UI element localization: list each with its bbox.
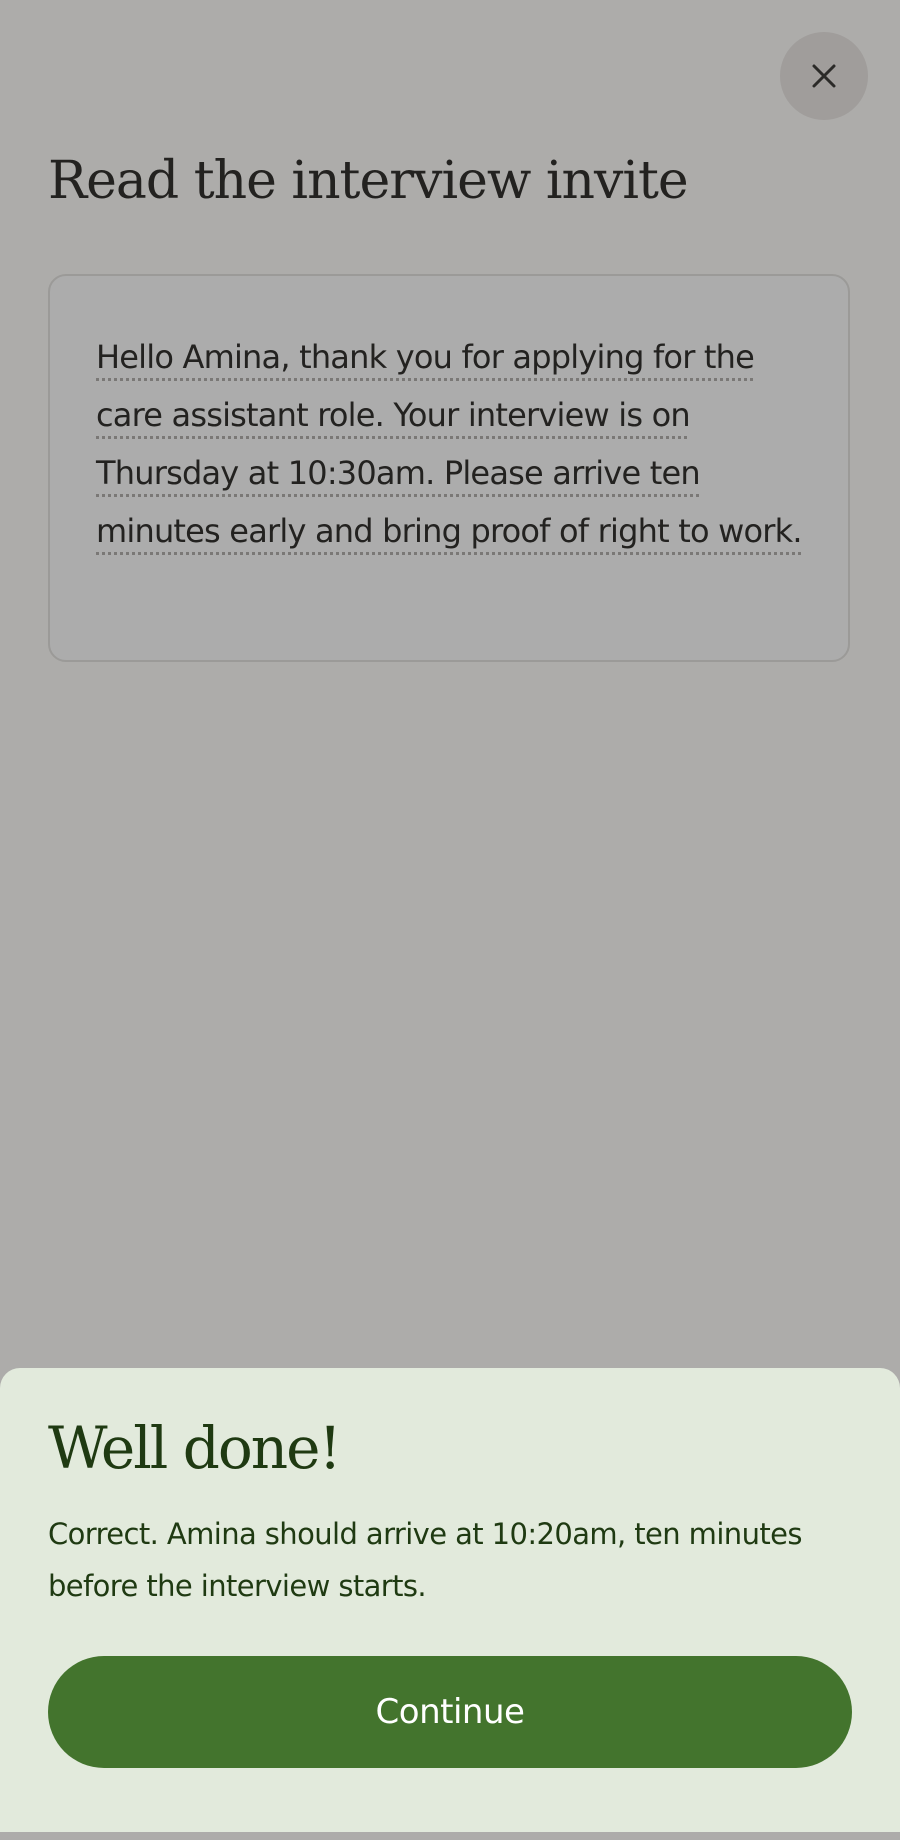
feedback-text: Correct. Amina should arrive at 10:20am,… — [48, 1517, 802, 1603]
feedback-sheet: Well done! Correct. Amina should arrive … — [0, 1368, 900, 1832]
feedback-title: Well done! — [48, 1414, 342, 1482]
message-card: Hello Amina, thank you for applying for … — [48, 274, 850, 662]
lesson-screen: Read the interview invite Hello Amina, t… — [0, 0, 900, 1840]
bottom-strip — [0, 1832, 900, 1840]
close-button[interactable] — [780, 32, 868, 120]
page-title: Read the interview invite — [48, 151, 689, 211]
message-text[interactable]: Hello Amina, thank you for applying for … — [96, 328, 803, 560]
continue-button[interactable]: Continue — [48, 1656, 852, 1768]
close-icon — [811, 63, 837, 89]
